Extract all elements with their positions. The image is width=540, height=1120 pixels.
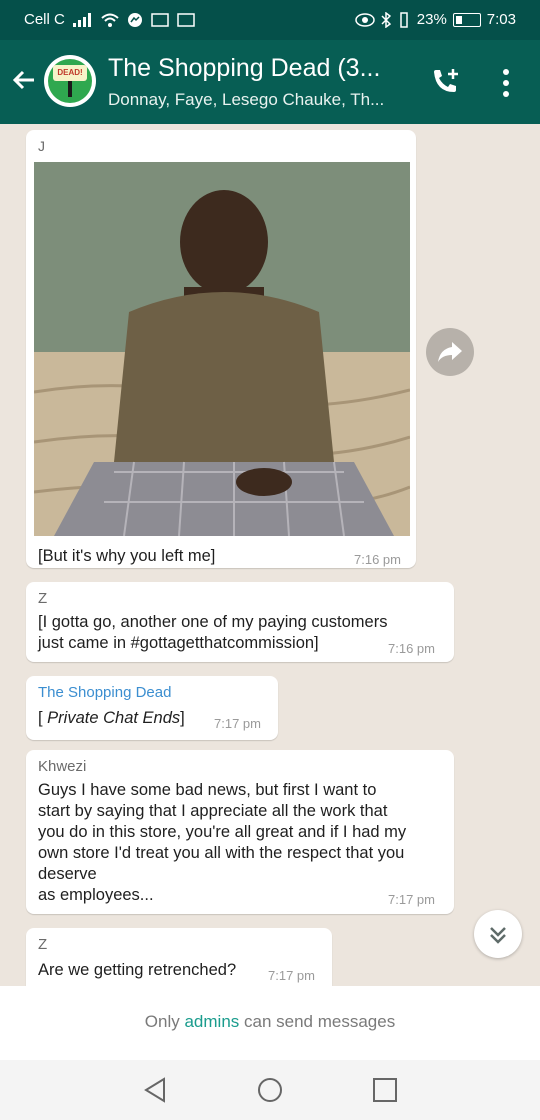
message-bubble[interactable]: Khwezi Guys I have some bad news, but fi… — [26, 750, 454, 914]
group-avatar[interactable]: DEAD! — [44, 55, 96, 107]
chat-area[interactable]: J [But it's why you left me] 7:16 pm Z [… — [0, 124, 540, 986]
group-members[interactable]: Donnay, Faye, Lesego Chauke, Th... — [108, 90, 384, 110]
notification-icon-2 — [177, 12, 195, 27]
notification-icon — [151, 12, 169, 27]
message-text-suffix: ] — [180, 709, 185, 727]
message-line: as employees... — [38, 886, 154, 904]
system-nav-bar — [0, 1060, 540, 1120]
message-line: start by saying that I appreciate all th… — [38, 802, 388, 820]
admin-only-footer: Only admins can send messages — [0, 986, 540, 1060]
status-bar: Cell C 23% 7:03 — [0, 0, 540, 40]
wifi-icon — [101, 13, 119, 27]
signal-icon — [72, 12, 91, 27]
message-bubble[interactable]: Z Are we getting retrenched? 7:17 pm — [26, 928, 332, 986]
scroll-down-button[interactable] — [474, 910, 522, 958]
message-text-line2: just came in #gottagetthatcommission] — [38, 634, 319, 652]
carrier-label: Cell C — [24, 11, 65, 28]
eye-icon — [355, 12, 375, 27]
vibrate-icon — [400, 11, 408, 28]
message-text: [ Private Chat Ends] — [38, 708, 185, 729]
message-sender: Khwezi — [38, 758, 87, 775]
message-time: 7:17 pm — [388, 892, 435, 907]
battery-icon — [452, 12, 481, 27]
more-vert-icon[interactable] — [498, 68, 514, 98]
clock: 7:03 — [486, 11, 516, 28]
message-bubble[interactable]: Z [I gotta go, another one of my paying … — [26, 582, 454, 662]
nav-back-icon[interactable] — [142, 1076, 168, 1104]
message-time: 7:17 pm — [214, 716, 261, 731]
forward-icon — [438, 342, 462, 362]
message-time: 7:16 pm — [388, 641, 435, 656]
message-text: Are we getting retrenched? — [38, 961, 237, 979]
message-bubble[interactable]: J [But it's why you left me] 7:16 pm — [26, 130, 416, 568]
message-photo[interactable] — [34, 162, 410, 536]
bluetooth-icon — [381, 11, 391, 28]
message-line: deserve — [38, 865, 97, 883]
message-text-prefix: [ — [38, 709, 48, 727]
message-sender: Z — [38, 590, 48, 607]
forward-button[interactable] — [426, 328, 474, 376]
nav-home-icon[interactable] — [256, 1076, 284, 1104]
group-title[interactable]: The Shopping Dead (3... — [108, 54, 380, 83]
message-text: [But it's why you left me] — [38, 547, 216, 565]
note-prefix: Only — [144, 1012, 185, 1031]
message-time: 7:16 pm — [354, 552, 401, 567]
admin-only-note: Only admins can send messages — [0, 1012, 540, 1032]
message-line: Guys I have some bad news, but first I w… — [38, 781, 377, 799]
add-call-icon[interactable] — [428, 64, 464, 100]
note-suffix: can send messages — [239, 1012, 396, 1031]
message-bubble[interactable]: The Shopping Dead [ Private Chat Ends] 7… — [26, 676, 278, 740]
message-text-italic: Private Chat Ends — [47, 709, 181, 727]
message-line: own store I'd treat you all with the res… — [38, 844, 405, 862]
message-sender: The Shopping Dead — [38, 684, 172, 701]
messenger-icon — [127, 12, 142, 27]
message-time: 7:17 pm — [268, 968, 315, 983]
back-arrow-icon[interactable] — [10, 66, 38, 94]
battery-percent: 23% — [416, 11, 447, 28]
nav-recent-icon[interactable] — [372, 1077, 398, 1103]
chat-header: DEAD! The Shopping Dead (3... Donnay, Fa… — [0, 40, 540, 124]
message-text-line1: [I gotta go, another one of my paying cu… — [38, 613, 388, 631]
scroll-down-icon — [490, 927, 506, 944]
admins-link[interactable]: admins — [184, 1012, 239, 1031]
message-line: you do in this store, you're all great a… — [38, 823, 407, 841]
message-sender: Z — [38, 936, 48, 953]
message-sender: J — [38, 138, 45, 154]
